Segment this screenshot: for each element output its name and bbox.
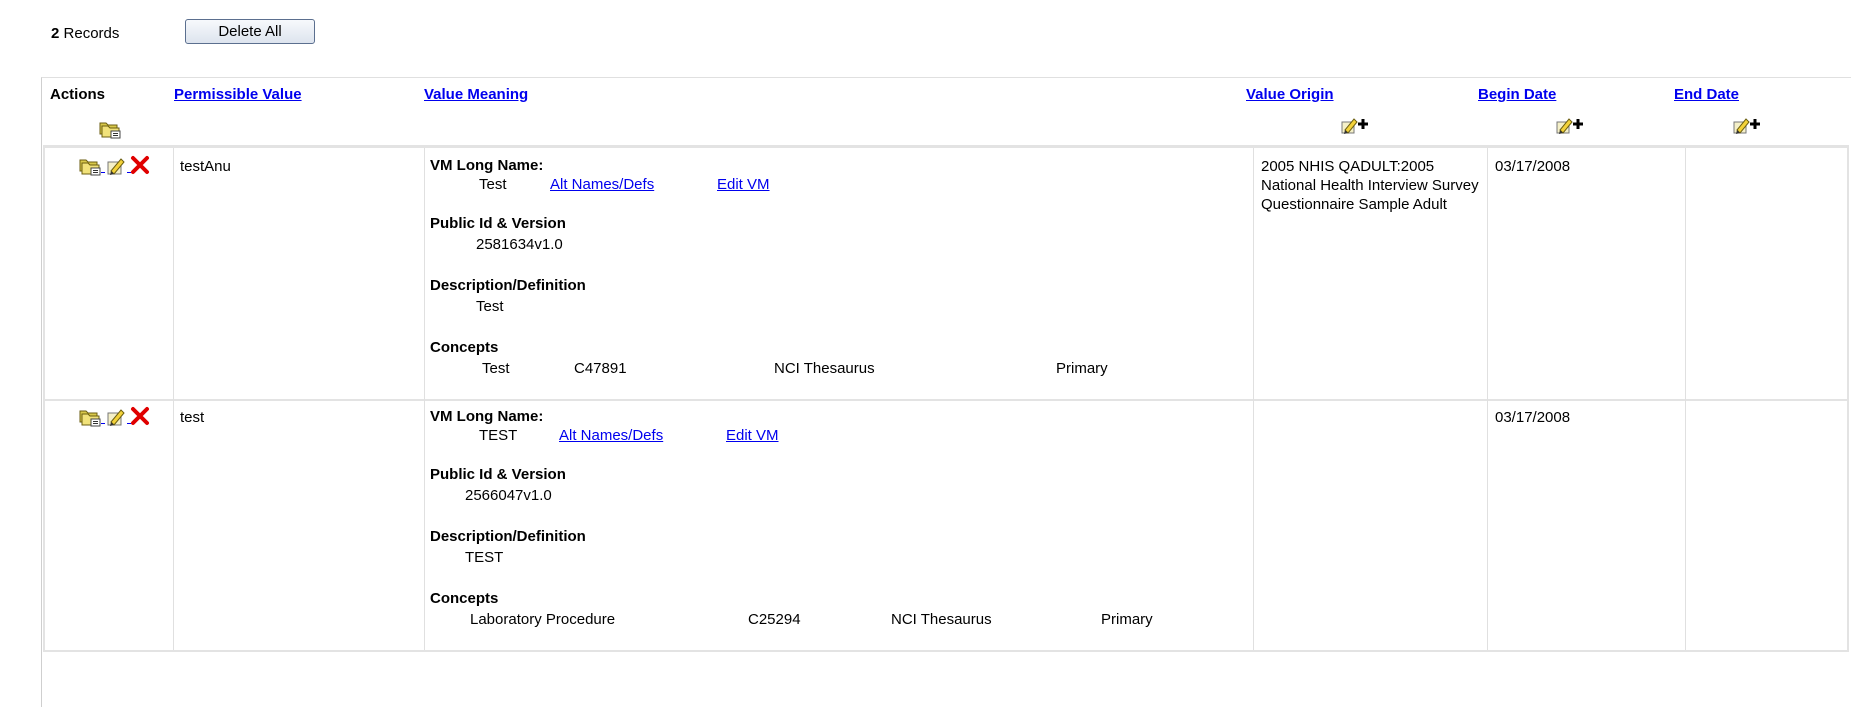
- public-id-label: Public Id & Version: [430, 215, 566, 232]
- description-label: Description/Definition: [430, 528, 586, 545]
- concept-code: C47891: [574, 360, 627, 377]
- concept-code: C25294: [748, 611, 801, 628]
- permissible-values-table: testAnu VM Long Name: Test Alt Names/Def…: [43, 145, 1849, 652]
- description-label: Description/Definition: [430, 277, 586, 294]
- public-id-label: Public Id & Version: [430, 466, 566, 483]
- begin-date-header-link[interactable]: Begin Date: [1478, 86, 1556, 103]
- end-date-bulk-edit-icon[interactable]: [1732, 116, 1762, 138]
- concept-type: Primary: [1056, 360, 1108, 377]
- concept-type: Primary: [1101, 611, 1153, 628]
- folder-add-icon[interactable]: [78, 155, 101, 177]
- folder-add-icon[interactable]: [98, 118, 121, 140]
- value-meaning-header-link[interactable]: Value Meaning: [424, 86, 528, 103]
- permissible-value-cell: test: [180, 409, 205, 426]
- value-meaning-cell: VM Long Name: Test Alt Names/Defs Edit V…: [430, 157, 1250, 387]
- actions-header: Actions: [50, 86, 106, 103]
- vm-long-name-value: Test: [479, 176, 507, 193]
- row-actions: [78, 155, 158, 177]
- concept-source: NCI Thesaurus: [774, 360, 875, 377]
- public-id-value: 2566047v1.0: [465, 487, 552, 504]
- records-toolbar: 2 Records Delete All: [51, 19, 451, 51]
- concepts-label: Concepts: [430, 339, 499, 356]
- delete-all-button[interactable]: Delete All: [185, 19, 315, 44]
- vm-long-name-value: TEST: [479, 427, 518, 444]
- concepts-label: Concepts: [430, 590, 499, 607]
- concept-name: Laboratory Procedure: [470, 611, 616, 628]
- concept-source: NCI Thesaurus: [891, 611, 992, 628]
- row-actions: [78, 406, 158, 428]
- end-date-header-link[interactable]: End Date: [1674, 86, 1739, 103]
- alt-names-defs-link[interactable]: Alt Names/Defs: [550, 176, 654, 193]
- red-x-delete-icon[interactable]: [130, 406, 152, 428]
- record-count: 2 Records: [51, 25, 120, 42]
- begin-date-cell: 03/17/2008: [1495, 409, 1571, 426]
- alt-names-defs-link[interactable]: Alt Names/Defs: [559, 427, 663, 444]
- value-meaning-cell: VM Long Name: TEST Alt Names/Defs Edit V…: [430, 408, 1250, 638]
- vm-long-name-label: VM Long Name:: [430, 157, 544, 174]
- permissible-value-header-link[interactable]: Permissible Value: [174, 86, 302, 103]
- table-header: Actions Permissible Value Value Meaning …: [42, 78, 1851, 146]
- edit-vm-link[interactable]: Edit VM: [717, 176, 770, 193]
- begin-date-bulk-edit-icon[interactable]: [1555, 116, 1585, 138]
- value-origin-bulk-edit-icon[interactable]: [1340, 116, 1370, 138]
- pencil-edit-icon[interactable]: [106, 406, 128, 428]
- folder-add-icon[interactable]: [78, 406, 101, 428]
- red-x-delete-icon[interactable]: [130, 155, 152, 177]
- permissible-value-cell: testAnu: [180, 158, 231, 175]
- description-value: Test: [476, 298, 504, 315]
- begin-date-cell: 03/17/2008: [1495, 158, 1571, 175]
- table-row: testAnu VM Long Name: Test Alt Names/Def…: [45, 148, 1847, 401]
- value-origin-cell: 2005 NHIS QADULT:2005 National Health In…: [1261, 158, 1479, 213]
- public-id-value: 2581634v1.0: [476, 236, 563, 253]
- table-row: test VM Long Name: TEST Alt Names/Defs E…: [45, 399, 1847, 650]
- permissible-values-panel: Actions Permissible Value Value Meaning …: [41, 77, 1851, 707]
- edit-vm-link[interactable]: Edit VM: [726, 427, 779, 444]
- vm-long-name-label: VM Long Name:: [430, 408, 544, 425]
- value-origin-header-link[interactable]: Value Origin: [1246, 86, 1334, 103]
- concept-name: Test: [482, 360, 510, 377]
- description-value: TEST: [465, 549, 504, 566]
- pencil-edit-icon[interactable]: [106, 155, 128, 177]
